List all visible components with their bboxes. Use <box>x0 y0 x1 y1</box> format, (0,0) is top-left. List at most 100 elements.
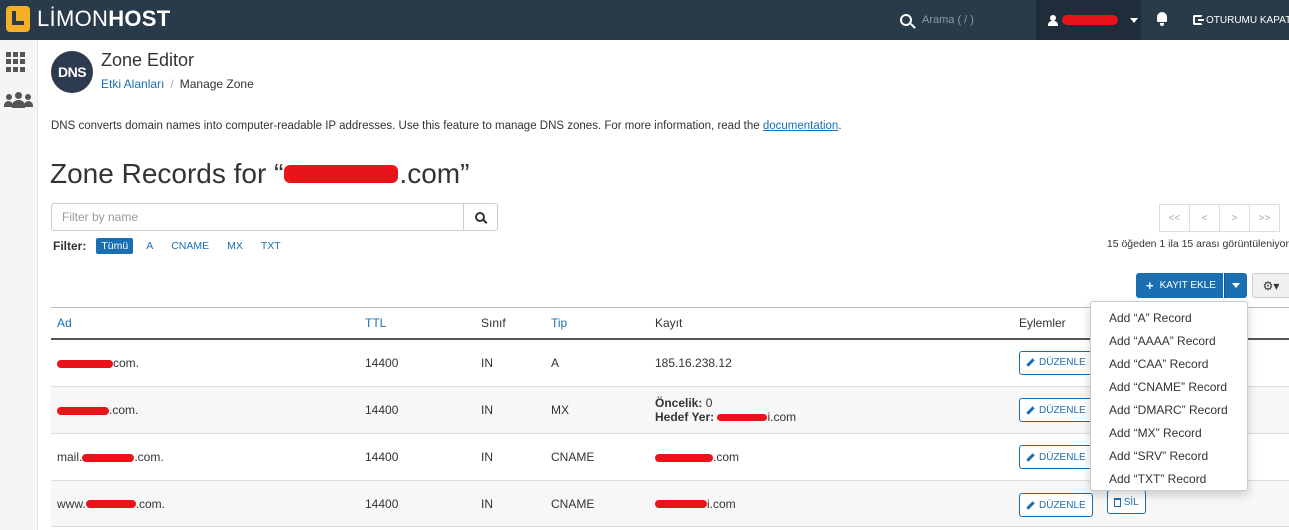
record-name-suffix: .com. <box>109 403 139 417</box>
record-class: IN <box>475 480 545 527</box>
redacted-name <box>82 453 135 462</box>
menu-item-add-aaaa-record[interactable]: Add “AAAA” Record <box>1091 330 1247 353</box>
type-filter: Filter: Tümü A CNAME MX TXT <box>53 238 294 254</box>
record-value: Öncelik: 0 Hedef Yer: i.com <box>649 386 1013 434</box>
record-name: www. .com. <box>51 480 359 527</box>
add-record-dropdown-toggle[interactable] <box>1224 273 1247 298</box>
edit-label: DÜZENLE <box>1039 499 1086 511</box>
record-value-suffix: .com <box>713 450 740 464</box>
pagination: << < > >> <box>1159 204 1280 232</box>
filter-by-name-input[interactable] <box>51 203 464 231</box>
search-icon <box>900 14 912 26</box>
record-class: IN <box>475 386 545 434</box>
description-text: DNS converts domain names into computer-… <box>51 120 763 132</box>
settings-gear-button[interactable]: ⚙▾ <box>1252 273 1289 298</box>
menu-item-add-srv-record[interactable]: Add “SRV” Record <box>1091 445 1247 468</box>
record-name-suffix: com. <box>113 355 140 370</box>
documentation-link[interactable]: documentation <box>763 120 838 132</box>
brand[interactable]: LİMONHOST <box>6 6 171 32</box>
gear-icon: ⚙▾ <box>1262 278 1280 293</box>
zone-heading-suffix: .com” <box>399 158 470 189</box>
record-ttl: 14400 <box>359 386 475 434</box>
record-value: i.com <box>649 480 1013 527</box>
filter-chip-mx[interactable]: MX <box>222 238 248 254</box>
first-page-button[interactable]: << <box>1159 204 1190 232</box>
record-name: .com. <box>51 386 359 434</box>
record-type: A <box>545 338 649 387</box>
edit-button[interactable]: DÜZENLE <box>1019 493 1093 517</box>
last-page-button[interactable]: >> <box>1249 204 1280 232</box>
user-icon <box>1048 14 1058 26</box>
menu-item-add-cname-record[interactable]: Add “CNAME” Record <box>1091 376 1247 399</box>
record-ttl: 14400 <box>359 433 475 481</box>
bell-icon[interactable] <box>1156 12 1168 26</box>
global-search-placeholder: Arama ( / ) <box>922 14 974 26</box>
record-value: 185.16.238.12 <box>649 338 1013 387</box>
record-value-suffix: i.com <box>707 496 736 511</box>
apps-grid-icon[interactable] <box>6 52 26 72</box>
add-record-button[interactable]: + KAYIT EKLE <box>1136 273 1223 298</box>
priority-label: Öncelik: <box>655 396 703 410</box>
edit-button[interactable]: DÜZENLE <box>1019 350 1093 375</box>
column-header-class: Sınıf <box>475 307 545 340</box>
menu-item-add-dmarc-record[interactable]: Add “DMARC” Record <box>1091 399 1247 422</box>
edit-button[interactable]: DÜZENLE <box>1019 398 1093 422</box>
filter-chip-all[interactable]: Tümü <box>96 238 134 254</box>
menu-item-add-caa-record[interactable]: Add “CAA” Record <box>1091 353 1247 376</box>
search-button[interactable] <box>463 203 498 231</box>
record-ttl: 14400 <box>359 338 475 387</box>
zone-records-heading: Zone Records for “ .com” <box>50 158 469 190</box>
breadcrumb: Etki Alanları / Manage Zone <box>101 77 254 91</box>
trash-icon <box>1113 497 1121 507</box>
record-type: CNAME <box>545 480 649 527</box>
redacted-domain <box>284 165 399 183</box>
add-record-label: KAYIT EKLE <box>1159 280 1216 291</box>
filter-chip-a[interactable]: A <box>141 238 158 254</box>
pagination-info: 15 öğeden 1 ila 15 arası görüntüleniyor <box>1106 238 1289 250</box>
target-label: Hedef Yer: <box>655 410 715 424</box>
edit-label: DÜZENLE <box>1039 451 1086 463</box>
record-name: com. <box>51 338 359 387</box>
plus-icon: + <box>1146 278 1154 293</box>
user-menu-button[interactable] <box>1036 0 1141 40</box>
redacted-username <box>1062 15 1118 25</box>
breadcrumb-domains-link[interactable]: Etki Alanları <box>101 77 164 91</box>
record-name-prefix: mail. <box>57 450 83 464</box>
menu-item-add-a-record[interactable]: Add “A” Record <box>1091 307 1247 330</box>
menu-item-add-mx-record[interactable]: Add “MX” Record <box>1091 422 1247 445</box>
delete-label: SİL <box>1123 496 1139 508</box>
edit-label: DÜZENLE <box>1039 404 1086 416</box>
record-class: IN <box>475 338 545 387</box>
breadcrumb-separator: / <box>170 77 174 91</box>
logout-icon <box>1193 15 1204 25</box>
record-name-prefix: www. <box>57 496 86 511</box>
record-class: IN <box>475 433 545 481</box>
prev-page-button[interactable]: < <box>1189 204 1220 232</box>
column-header-type[interactable]: Tip <box>545 307 649 340</box>
pencil-icon <box>1026 500 1035 510</box>
logout-button[interactable]: OTURUMU KAPAT <box>1193 0 1289 40</box>
record-name-suffix: .com. <box>135 496 166 511</box>
logout-label: OTURUMU KAPAT <box>1206 14 1289 26</box>
record-name: mail. .com. <box>51 433 359 481</box>
description-end: . <box>838 120 842 132</box>
edit-button[interactable]: DÜZENLE <box>1019 445 1093 469</box>
global-search[interactable]: Arama ( / ) <box>900 0 974 40</box>
column-header-ttl[interactable]: TTL <box>359 307 475 340</box>
pencil-icon <box>1026 405 1035 415</box>
brand-name-light: LİMON <box>37 6 109 31</box>
filter-chip-cname[interactable]: CNAME <box>166 238 214 254</box>
redacted-name <box>85 500 136 509</box>
next-page-button[interactable]: > <box>1219 204 1250 232</box>
redacted-record <box>655 453 713 462</box>
menu-item-add-txt-record[interactable]: Add “TXT” Record <box>1091 468 1247 491</box>
target-suffix: i.com <box>767 410 797 424</box>
column-header-name[interactable]: Ad <box>51 307 359 340</box>
add-record-dropdown-menu: Add “A” Record Add “AAAA” Record Add “CA… <box>1090 301 1248 491</box>
breadcrumb-current: Manage Zone <box>179 77 254 91</box>
filter-chip-txt[interactable]: TXT <box>256 238 286 254</box>
brand-name: LİMONHOST <box>37 6 171 32</box>
delete-button[interactable]: SİL <box>1106 490 1146 514</box>
users-group-icon[interactable] <box>3 92 33 112</box>
redacted-record <box>655 500 707 509</box>
